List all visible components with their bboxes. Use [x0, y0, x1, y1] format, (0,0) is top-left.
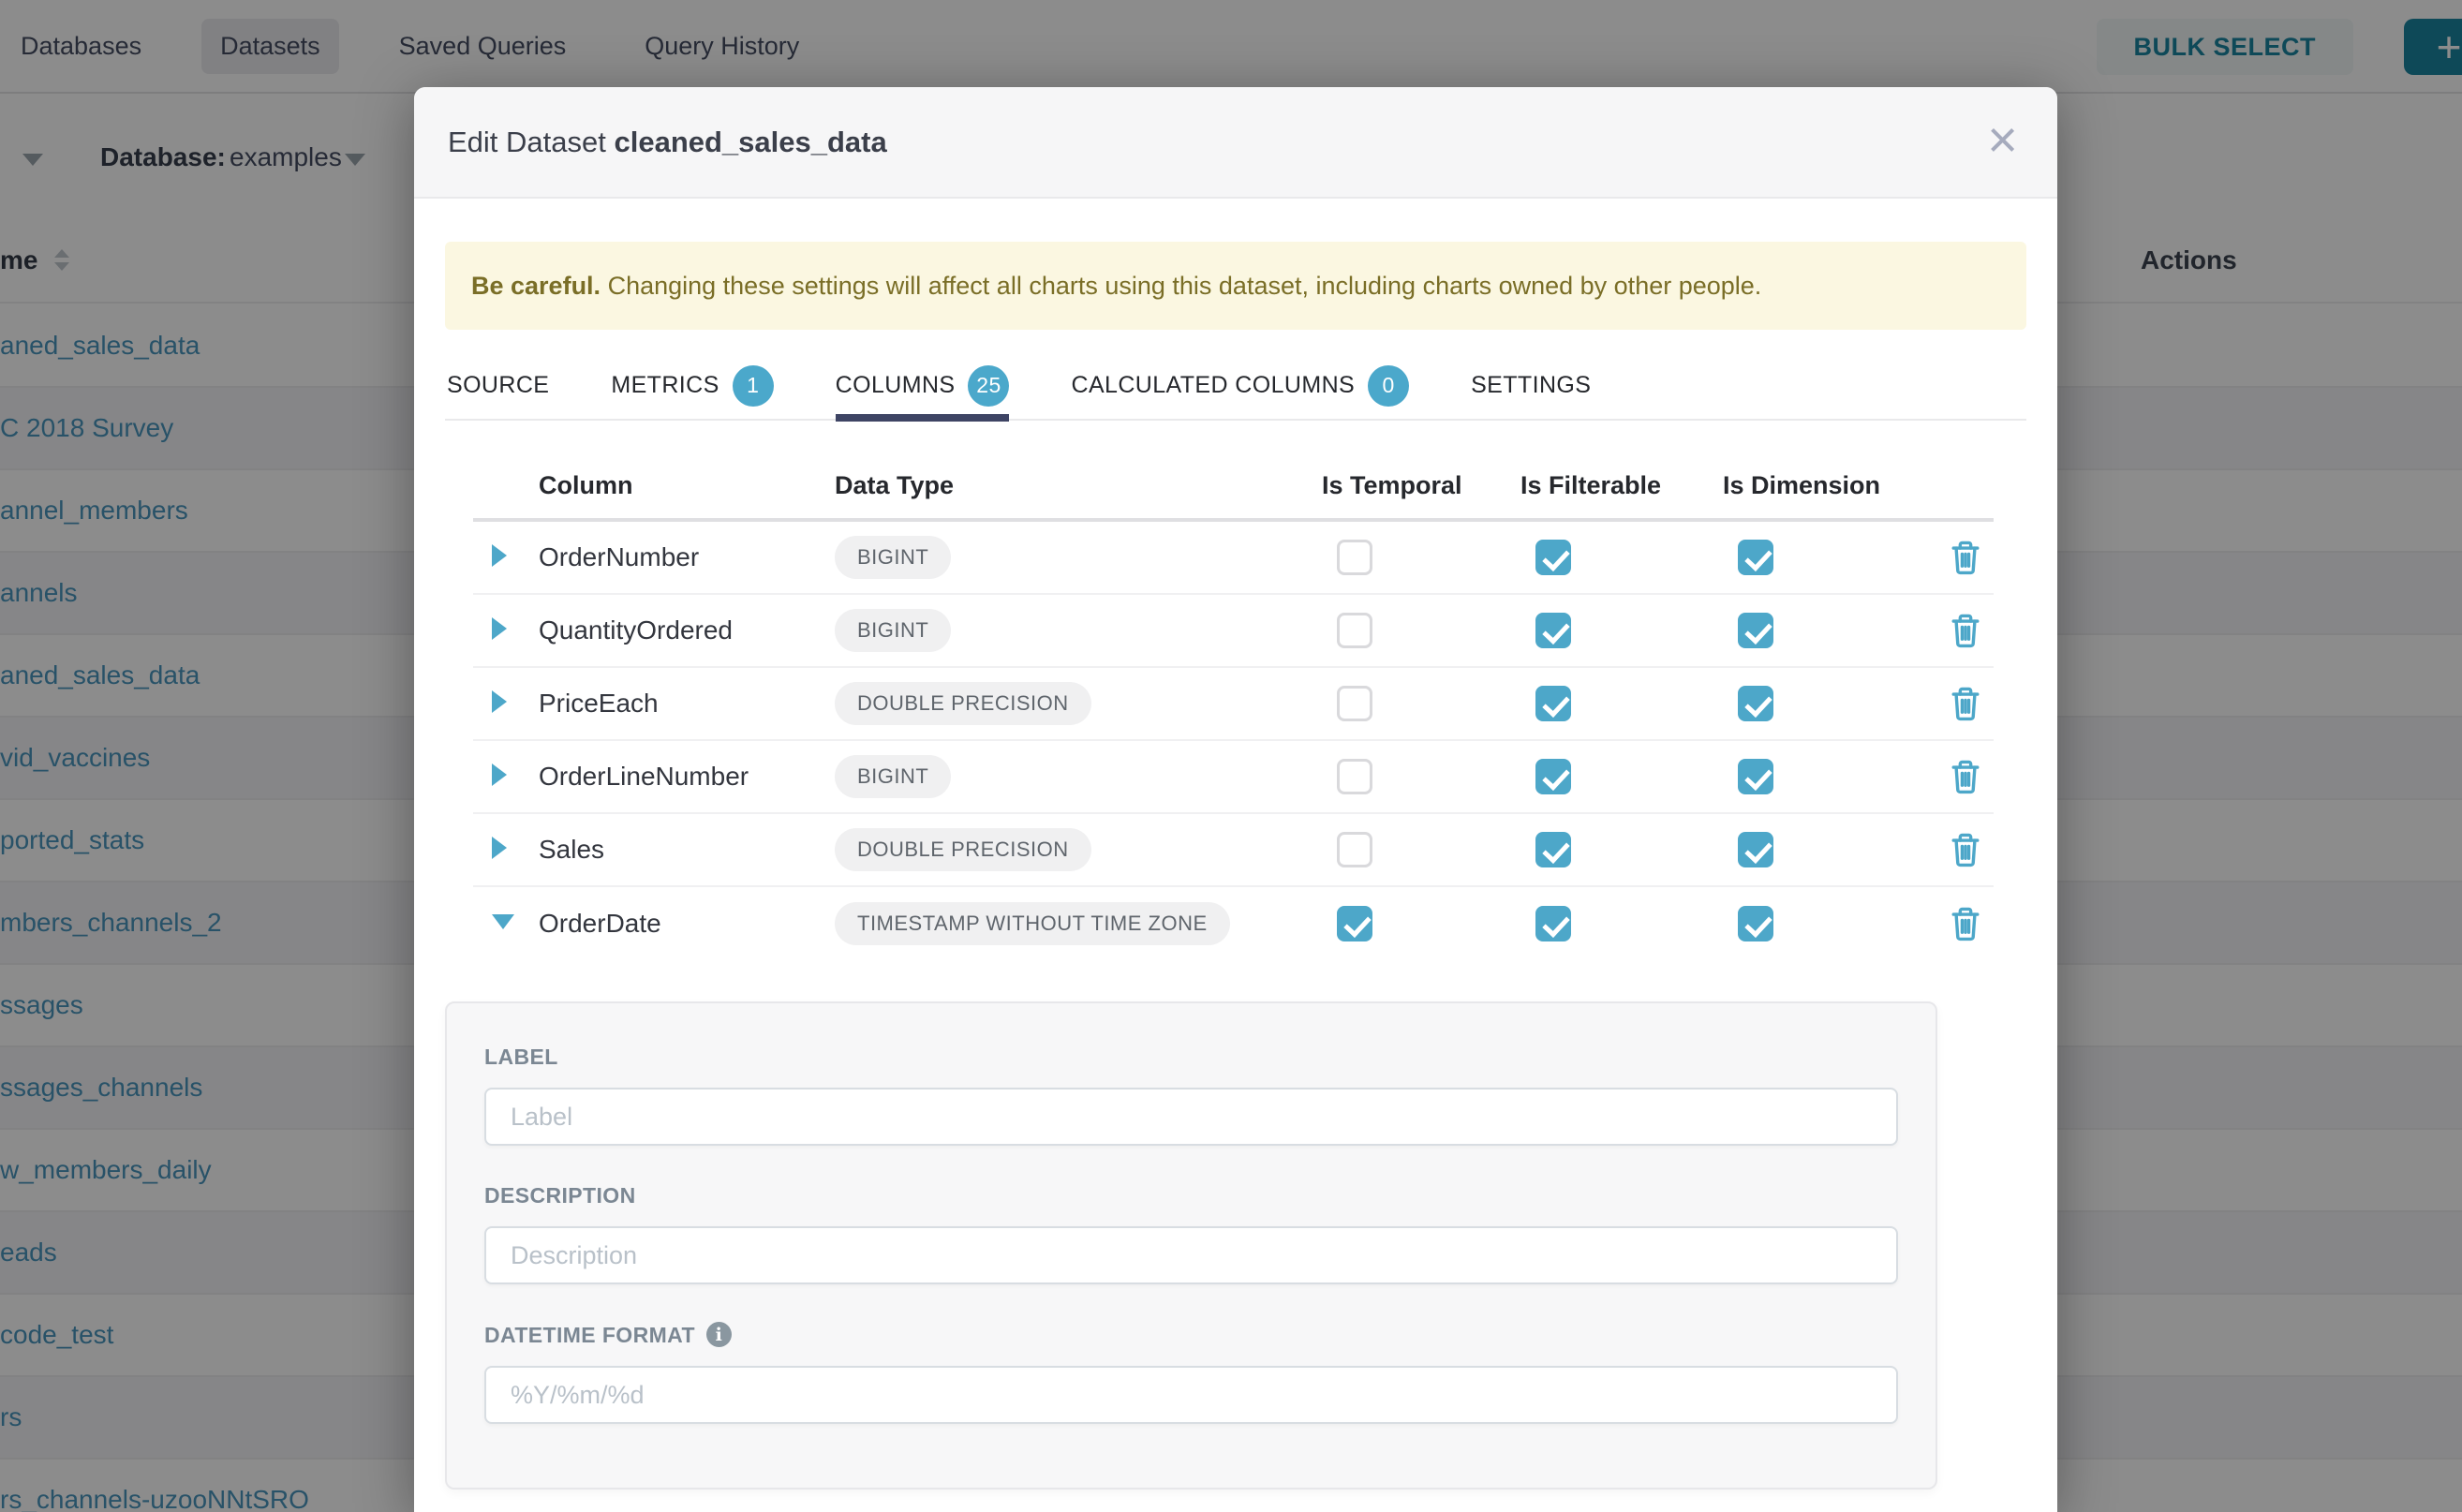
is-dimension-checkbox[interactable]: [1738, 759, 1773, 794]
modal-title: Edit Dataset cleaned_sales_data: [448, 126, 887, 159]
tab-columns[interactable]: COLUMNS 25: [836, 351, 1010, 420]
delete-column-icon[interactable]: [1937, 686, 1994, 721]
delete-column-icon[interactable]: [1937, 759, 1994, 794]
data-type-header: Data Type: [835, 471, 1322, 500]
column-row: QuantityOrdered BIGINT: [473, 595, 1994, 668]
data-type-pill: DOUBLE PRECISION: [835, 828, 1091, 871]
column-name: QuantityOrdered: [539, 615, 835, 645]
column-row: OrderDate TIMESTAMP WITHOUT TIME ZONE: [473, 887, 1994, 960]
is-filterable-checkbox[interactable]: [1535, 906, 1571, 941]
is-temporal-checkbox[interactable]: [1337, 759, 1372, 794]
is-dimension-checkbox[interactable]: [1738, 906, 1773, 941]
label-input[interactable]: [484, 1088, 1898, 1146]
tab-source[interactable]: SOURCE: [447, 351, 549, 420]
is-temporal-checkbox[interactable]: [1337, 832, 1372, 867]
column-header: Column: [539, 471, 835, 500]
tab-settings[interactable]: SETTINGS: [1471, 351, 1591, 420]
edit-dataset-modal: Edit Dataset cleaned_sales_data × Be car…: [414, 87, 2057, 1512]
tab-count-badge: 1: [733, 365, 774, 407]
delete-column-icon[interactable]: [1937, 540, 1994, 575]
delete-column-icon[interactable]: [1937, 613, 1994, 648]
is-dimension-checkbox[interactable]: [1738, 832, 1773, 867]
expand-caret-icon[interactable]: [492, 617, 507, 640]
expand-caret-icon[interactable]: [492, 763, 507, 786]
modal-body: Be careful. Changing these settings will…: [414, 242, 2057, 1490]
column-name: OrderNumber: [539, 542, 835, 572]
is-filterable-checkbox[interactable]: [1535, 832, 1571, 867]
columns-table: Column Data Type Is Temporal Is Filterab…: [473, 421, 1994, 960]
column-row: Sales DOUBLE PRECISION: [473, 814, 1994, 887]
tab-count-badge: 25: [968, 365, 1009, 407]
is-filterable-header: Is Filterable: [1520, 471, 1723, 500]
tab-count-badge: 0: [1368, 365, 1409, 407]
is-dimension-checkbox[interactable]: [1738, 613, 1773, 648]
column-name: Sales: [539, 835, 835, 865]
dataset-name: cleaned_sales_data: [614, 126, 886, 158]
expand-caret-icon[interactable]: [492, 690, 507, 713]
column-row: OrderLineNumber BIGINT: [473, 741, 1994, 814]
column-row: OrderNumber BIGINT: [473, 522, 1994, 595]
is-filterable-checkbox[interactable]: [1535, 759, 1571, 794]
is-temporal-checkbox[interactable]: [1337, 613, 1372, 648]
expand-caret-icon[interactable]: [492, 544, 507, 567]
modal-tabs: SOURCE METRICS 1 COLUMNS 25 CALCULATED C…: [445, 352, 2026, 421]
expand-caret-icon[interactable]: [492, 837, 507, 859]
data-type-pill: DOUBLE PRECISION: [835, 682, 1091, 725]
warning-text: Be careful. Changing these settings will…: [471, 272, 1761, 301]
is-filterable-checkbox[interactable]: [1535, 540, 1571, 575]
is-temporal-checkbox[interactable]: [1337, 540, 1372, 575]
columns-table-header: Column Data Type Is Temporal Is Filterab…: [473, 421, 1994, 522]
screen: DatabasesDatasetsSaved QueriesQuery Hist…: [0, 0, 2462, 1512]
tab-metrics[interactable]: METRICS 1: [611, 351, 773, 420]
data-type-pill: BIGINT: [835, 609, 951, 652]
data-type-pill: BIGINT: [835, 755, 951, 798]
is-filterable-checkbox[interactable]: [1535, 686, 1571, 721]
is-temporal-checkbox[interactable]: [1337, 906, 1372, 941]
column-name: OrderLineNumber: [539, 762, 835, 792]
is-dimension-checkbox[interactable]: [1738, 540, 1773, 575]
delete-column-icon[interactable]: [1937, 906, 1994, 941]
is-dimension-header: Is Dimension: [1723, 471, 1937, 500]
is-temporal-checkbox[interactable]: [1337, 686, 1372, 721]
column-row: PriceEach DOUBLE PRECISION: [473, 668, 1994, 741]
close-icon[interactable]: ×: [1974, 108, 2031, 171]
is-temporal-header: Is Temporal: [1322, 471, 1520, 500]
description-field-label: DESCRIPTION: [484, 1183, 1898, 1208]
column-name: PriceEach: [539, 689, 835, 719]
column-name: OrderDate: [539, 909, 835, 939]
description-input[interactable]: [484, 1226, 1898, 1284]
is-dimension-checkbox[interactable]: [1738, 686, 1773, 721]
tab-calculated-columns[interactable]: CALCULATED COLUMNS 0: [1071, 351, 1409, 420]
data-type-pill: BIGINT: [835, 536, 951, 579]
column-detail-panel: LABEL DESCRIPTION DATETIME FORMAT i: [445, 1001, 1937, 1490]
warning-banner: Be careful. Changing these settings will…: [445, 242, 2026, 330]
datetime-format-field-label: DATETIME FORMAT i: [484, 1322, 1898, 1347]
delete-column-icon[interactable]: [1937, 832, 1994, 867]
datetime-format-input[interactable]: [484, 1366, 1898, 1424]
modal-header: Edit Dataset cleaned_sales_data ×: [414, 87, 2057, 199]
label-field-label: LABEL: [484, 1045, 1898, 1069]
info-icon[interactable]: i: [706, 1322, 732, 1347]
is-filterable-checkbox[interactable]: [1535, 613, 1571, 648]
expand-caret-icon[interactable]: [492, 914, 514, 929]
data-type-pill: TIMESTAMP WITHOUT TIME ZONE: [835, 902, 1230, 945]
